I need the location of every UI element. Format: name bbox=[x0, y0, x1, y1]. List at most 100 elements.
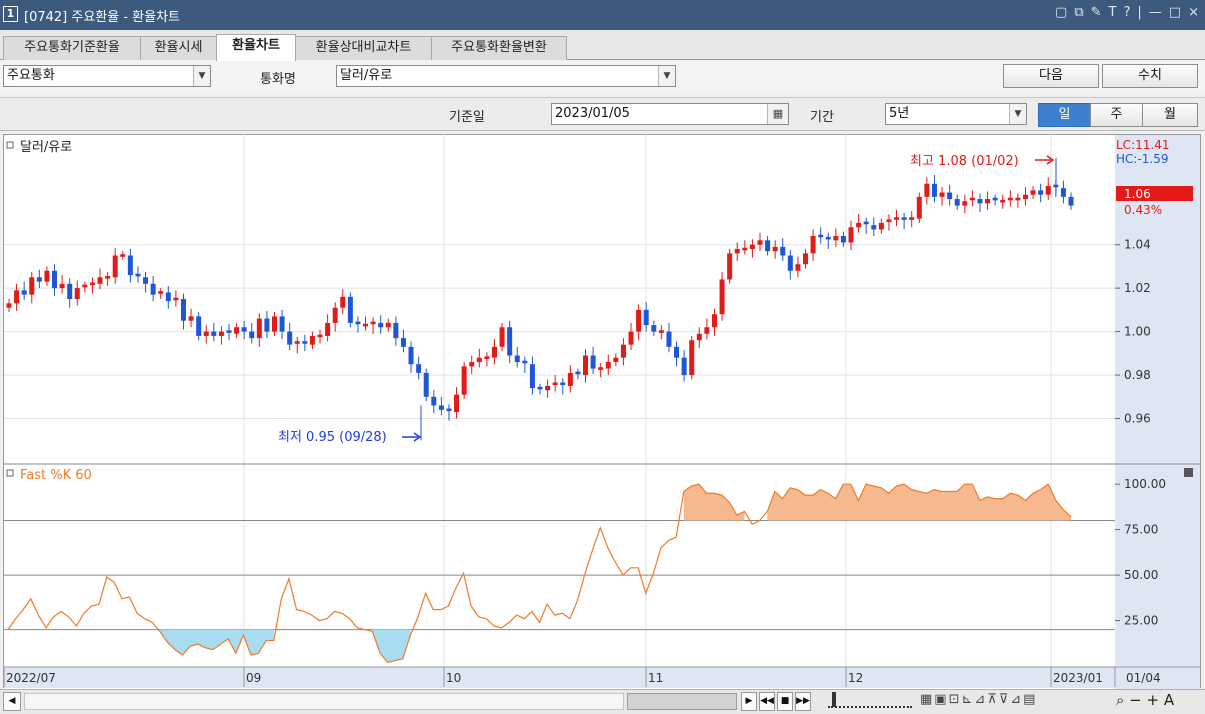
x-axis-label: 11 bbox=[648, 671, 663, 685]
copy-window-icon[interactable]: ⧉ bbox=[1074, 5, 1083, 20]
tab-rate-quotes[interactable]: 환율시세 bbox=[140, 36, 217, 60]
chart-control-bar: ◀ ▶ ◀◀ ■ ▶▶ ▦▣⊡⊾⊿⊼⊽⊿▤ ⌕ − + A bbox=[0, 689, 1205, 714]
zoom-slider[interactable] bbox=[828, 694, 912, 708]
period-value: 5년 bbox=[889, 106, 910, 121]
rewind-icon[interactable]: ◀◀ bbox=[759, 692, 775, 711]
candle-body bbox=[734, 249, 740, 254]
candle-body bbox=[856, 222, 862, 228]
weekly-toggle[interactable]: 주 bbox=[1090, 103, 1143, 127]
candle-body bbox=[628, 331, 634, 345]
font-icon[interactable]: T bbox=[1109, 5, 1117, 20]
candle-body bbox=[408, 346, 414, 365]
candle-body bbox=[514, 355, 520, 363]
tab-rate-converter[interactable]: 주요통화환율변환 bbox=[431, 36, 567, 60]
candle-body bbox=[1038, 190, 1044, 195]
zoom-slider-handle[interactable] bbox=[832, 692, 836, 707]
base-date-input[interactable]: 2023/01/05 ▦ bbox=[551, 103, 789, 125]
chevron-down-icon[interactable]: ▼ bbox=[658, 66, 675, 86]
currency-group-value: 주요통화 bbox=[7, 68, 55, 83]
panel-collapse-icon[interactable] bbox=[1184, 468, 1193, 477]
candle-body bbox=[795, 264, 801, 271]
values-button[interactable]: 수치 bbox=[1102, 64, 1198, 88]
candle-body bbox=[340, 296, 346, 308]
candle-body bbox=[620, 344, 626, 358]
filter-bar: 기준일 2023/01/05 ▦ 기간 5년 ▼ 일 주 월 bbox=[0, 97, 1205, 131]
candle-body bbox=[150, 283, 156, 295]
tab-relative-comparison[interactable]: 환율상대비교차트 bbox=[295, 36, 432, 60]
chevron-down-icon[interactable]: ▼ bbox=[1009, 104, 1026, 124]
candle-body bbox=[863, 221, 869, 225]
candle-body bbox=[363, 323, 369, 327]
candle-body bbox=[871, 225, 877, 230]
calendar-icon[interactable]: ▦ bbox=[767, 104, 788, 124]
candle-body bbox=[977, 199, 983, 204]
chart-tool-icons[interactable]: ▦▣⊡⊾⊿⊼⊽⊿▤ bbox=[920, 692, 1037, 707]
help-icon[interactable]: ? bbox=[1124, 5, 1131, 20]
chevron-down-icon[interactable]: ▼ bbox=[193, 66, 210, 86]
horizontal-scroll-track[interactable] bbox=[24, 693, 624, 710]
indicator-tick-label: 50.00 bbox=[1124, 568, 1158, 582]
candle-body bbox=[385, 322, 391, 328]
x-axis-label: 12 bbox=[848, 671, 863, 685]
fast-forward-icon[interactable]: ▶▶ bbox=[795, 692, 811, 711]
indicator-panel-title: Fast %K 60 bbox=[20, 468, 92, 483]
play-icon[interactable]: ▶ bbox=[741, 692, 757, 711]
candle-body bbox=[969, 197, 975, 201]
stop-icon[interactable]: ■ bbox=[777, 692, 793, 711]
candle-body bbox=[711, 314, 717, 328]
candle-body bbox=[1045, 185, 1051, 195]
candle-body bbox=[567, 372, 573, 386]
candle-body bbox=[317, 334, 323, 338]
candle-body bbox=[598, 367, 604, 370]
candle-body bbox=[909, 217, 915, 220]
candle-body bbox=[818, 234, 824, 238]
current-change-pct: 0.43% bbox=[1124, 203, 1162, 217]
candle-body bbox=[1000, 199, 1006, 203]
candle-body bbox=[954, 199, 960, 206]
candle-body bbox=[287, 331, 293, 345]
candle-body bbox=[256, 318, 262, 339]
close-icon[interactable]: × bbox=[1188, 5, 1199, 20]
scroll-left-icon[interactable]: ◀ bbox=[3, 692, 21, 711]
window-title: [0742] 주요환율 - 환율차트 bbox=[24, 10, 180, 25]
candle-body bbox=[901, 217, 907, 220]
candle-body bbox=[6, 303, 12, 308]
candle-body bbox=[332, 307, 338, 323]
candle-body bbox=[878, 222, 884, 230]
price-panel-title: 달러/유로 bbox=[20, 140, 72, 155]
period-select[interactable]: 5년 ▼ bbox=[885, 103, 1027, 125]
candle-body bbox=[21, 290, 27, 295]
candle-body bbox=[173, 297, 179, 301]
candle-body bbox=[522, 360, 528, 364]
candle-body bbox=[636, 309, 642, 332]
candle-body bbox=[894, 217, 900, 220]
tab-major-currency-base-rate[interactable]: 주요통화기준환율 bbox=[3, 36, 141, 60]
next-button[interactable]: 다음 bbox=[1003, 64, 1099, 88]
currency-group-select[interactable]: 주요통화 ▼ bbox=[3, 65, 211, 87]
tab-rate-chart[interactable]: 환율차트 bbox=[216, 34, 296, 61]
candle-body bbox=[218, 331, 224, 336]
restore-icon[interactable]: ▢ bbox=[1055, 5, 1067, 20]
indicator-tick-label: 25.00 bbox=[1124, 614, 1158, 628]
candle-body bbox=[97, 277, 103, 284]
minimize-icon[interactable]: — bbox=[1149, 5, 1162, 20]
rate-chart[interactable]: 달러/유로 Fast %K 60 1.041.021.000.980.96100… bbox=[3, 134, 1203, 689]
candle-body bbox=[188, 316, 194, 321]
edit-icon[interactable]: ✎ bbox=[1091, 5, 1102, 20]
candle-body bbox=[696, 333, 702, 341]
zoom-tool-icons[interactable]: ⌕ − + A bbox=[1116, 691, 1174, 709]
monthly-toggle[interactable]: 월 bbox=[1142, 103, 1198, 127]
candle-body bbox=[916, 196, 922, 219]
window-title-bar: 1 [0742] 주요환율 - 환율차트 ▢ ⧉ ✎ T ? | — □ × bbox=[0, 0, 1205, 30]
candle-body bbox=[840, 235, 846, 243]
base-date-label: 기준일 bbox=[449, 110, 485, 125]
candle-body bbox=[158, 291, 164, 294]
daily-toggle[interactable]: 일 bbox=[1038, 103, 1091, 127]
candle-body bbox=[825, 236, 831, 240]
x-axis-label: 09 bbox=[246, 671, 261, 685]
candle-body bbox=[67, 283, 73, 299]
currency-name-select[interactable]: 달러/유로 ▼ bbox=[336, 65, 676, 87]
scroll-thumb[interactable] bbox=[627, 693, 737, 710]
candle-body bbox=[886, 219, 892, 223]
maximize-icon[interactable]: □ bbox=[1169, 5, 1181, 20]
